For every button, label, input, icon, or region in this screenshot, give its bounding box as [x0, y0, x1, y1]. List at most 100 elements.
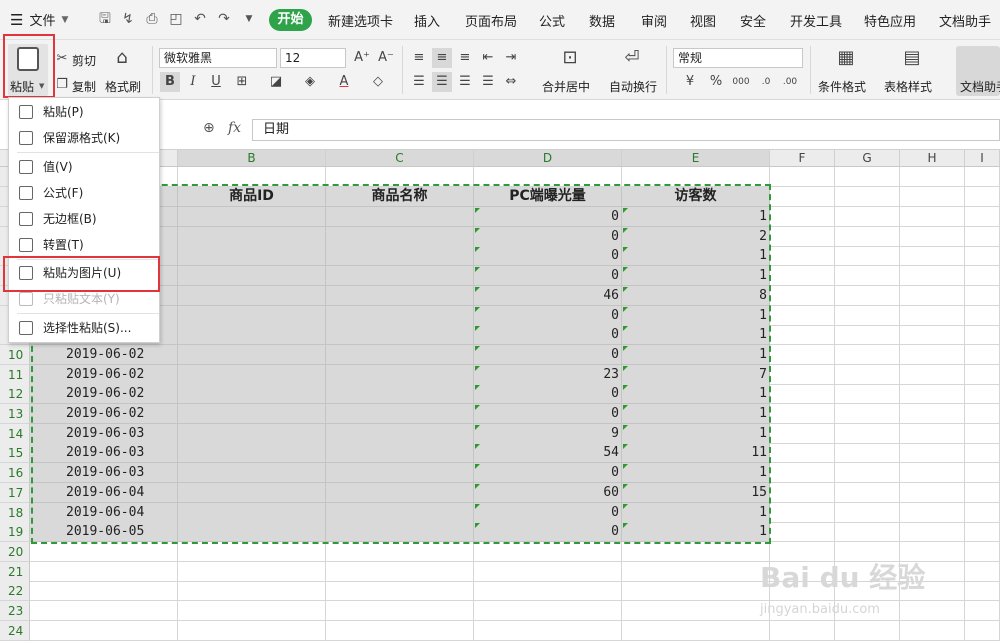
column-header-c[interactable]: C: [326, 150, 474, 167]
visitors-cell[interactable]: 1: [622, 305, 770, 326]
menu-item-transpose[interactable]: 转置(T): [9, 233, 159, 257]
grid-cell[interactable]: [622, 541, 770, 562]
tab-page-layout[interactable]: 页面布局: [465, 11, 517, 30]
distribute-icon[interactable]: ⇔: [501, 72, 521, 92]
grid-cell[interactable]: [965, 187, 1000, 207]
product-name-cell[interactable]: [326, 443, 474, 464]
grid-cell[interactable]: [835, 344, 900, 365]
row-header[interactable]: 17: [0, 482, 30, 503]
grid-cell[interactable]: [965, 325, 1000, 346]
grid-cell[interactable]: [770, 285, 835, 306]
conditional-format-icon[interactable]: ▦: [836, 48, 856, 68]
grid-cell[interactable]: [835, 246, 900, 267]
grid-cell[interactable]: [965, 502, 1000, 523]
grid-cell[interactable]: [474, 581, 622, 602]
menu-item-paste[interactable]: 粘贴(P): [9, 100, 159, 124]
date-cell[interactable]: 2019-06-03: [30, 423, 178, 444]
grid-cell[interactable]: [900, 344, 965, 365]
paint-bucket-icon[interactable]: ◈: [300, 72, 320, 92]
align-center-icon[interactable]: ☰: [432, 72, 452, 92]
wrap-text-button[interactable]: 自动换行: [609, 78, 657, 95]
grid-cell[interactable]: [900, 404, 965, 424]
product-name-cell[interactable]: [326, 305, 474, 326]
font-name-select[interactable]: 微软雅黑: [159, 48, 277, 68]
visitors-cell[interactable]: 1: [622, 384, 770, 405]
grid-cell[interactable]: [965, 167, 1000, 187]
grid-cell[interactable]: [622, 561, 770, 582]
tab-data[interactable]: 数据: [589, 11, 615, 30]
grid-cell[interactable]: [965, 482, 1000, 503]
grid-cell[interactable]: [965, 423, 1000, 444]
tab-review[interactable]: 审阅: [641, 11, 667, 30]
product-name-cell[interactable]: [326, 522, 474, 543]
indent-increase-icon[interactable]: ⇥: [501, 48, 521, 68]
print-icon[interactable]: ⎙: [143, 10, 161, 28]
italic-icon[interactable]: I: [183, 72, 203, 92]
grid-cell[interactable]: [900, 187, 965, 207]
grid-cell[interactable]: [900, 167, 965, 187]
visitors-cell[interactable]: 1: [622, 344, 770, 365]
tab-new[interactable]: 新建选项卡: [328, 11, 393, 30]
exposure-cell[interactable]: 0: [474, 502, 622, 523]
grid-cell[interactable]: [326, 601, 474, 621]
grid-cell[interactable]: [770, 502, 835, 523]
menu-item-values[interactable]: 值(V): [9, 155, 159, 179]
formula-input[interactable]: 日期: [252, 119, 1000, 141]
product-name-cell[interactable]: [326, 384, 474, 405]
grid-cell[interactable]: [835, 384, 900, 405]
product-name-cell[interactable]: [326, 423, 474, 444]
exposure-cell[interactable]: 23: [474, 364, 622, 385]
grid-cell[interactable]: [835, 423, 900, 444]
increase-font-icon[interactable]: A⁺: [352, 48, 372, 68]
product-id-cell[interactable]: [178, 482, 326, 503]
number-format-select[interactable]: 常规: [673, 48, 803, 68]
grid-cell[interactable]: [835, 266, 900, 287]
header-cell-product-name[interactable]: 商品名称: [326, 187, 474, 207]
scissors-icon[interactable]: ✂: [52, 49, 72, 69]
product-id-cell[interactable]: [178, 364, 326, 385]
redo-icon[interactable]: ↷: [215, 10, 233, 28]
format-icon[interactable]: ↯: [119, 10, 137, 28]
merge-center-button[interactable]: 合并居中: [542, 78, 590, 95]
product-id-cell[interactable]: [178, 325, 326, 346]
product-id-cell[interactable]: [178, 305, 326, 326]
grid-cell[interactable]: [178, 167, 326, 187]
grid-cell[interactable]: [900, 482, 965, 503]
column-header-g[interactable]: G: [835, 150, 900, 167]
visitors-cell[interactable]: 11: [622, 443, 770, 464]
grid-cell[interactable]: [900, 620, 965, 641]
visitors-cell[interactable]: 1: [622, 246, 770, 267]
align-right-icon[interactable]: ☰: [455, 72, 475, 92]
grid-cell[interactable]: [326, 581, 474, 602]
fill-color-icon[interactable]: ◪: [266, 72, 286, 92]
grid-cell[interactable]: [326, 541, 474, 562]
copy-icon[interactable]: ❐: [52, 75, 72, 95]
grid-cell[interactable]: [474, 620, 622, 641]
exposure-cell[interactable]: 0: [474, 522, 622, 543]
tab-developer[interactable]: 开发工具: [790, 11, 842, 30]
product-name-cell[interactable]: [326, 344, 474, 365]
tab-special[interactable]: 特色应用: [864, 11, 916, 30]
product-name-cell[interactable]: [326, 502, 474, 523]
grid-cell[interactable]: [178, 601, 326, 621]
product-id-cell[interactable]: [178, 246, 326, 267]
grid-cell[interactable]: [474, 601, 622, 621]
grid-cell[interactable]: [770, 344, 835, 365]
product-name-cell[interactable]: [326, 482, 474, 503]
grid-cell[interactable]: [900, 226, 965, 247]
more-chevron-icon[interactable]: ▼: [240, 10, 258, 28]
grid-cell[interactable]: [965, 207, 1000, 227]
product-name-cell[interactable]: [326, 463, 474, 484]
grid-cell[interactable]: [622, 167, 770, 187]
justify-icon[interactable]: ☰: [478, 72, 498, 92]
visitors-cell[interactable]: 2: [622, 226, 770, 247]
grid-cell[interactable]: [474, 541, 622, 562]
visitors-cell[interactable]: 1: [622, 404, 770, 424]
grid-cell[interactable]: [770, 226, 835, 247]
exposure-cell[interactable]: 0: [474, 207, 622, 227]
grid-cell[interactable]: [900, 601, 965, 621]
grid-cell[interactable]: [770, 482, 835, 503]
row-header[interactable]: 20: [0, 541, 30, 562]
merge-center-icon[interactable]: ⊡: [560, 48, 580, 68]
grid-cell[interactable]: [965, 344, 1000, 365]
